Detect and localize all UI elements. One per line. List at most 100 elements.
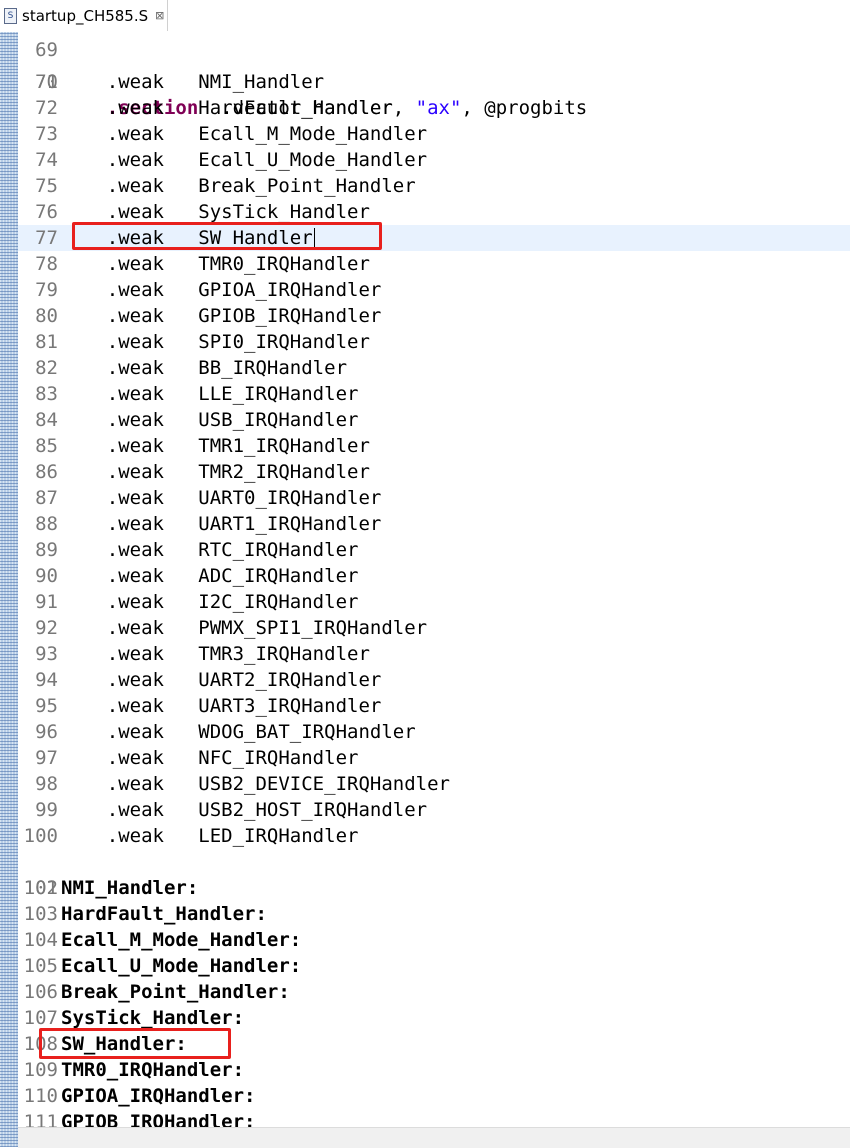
code-line: 96 .weak WDOG_BAT_IRQHandler <box>18 719 850 745</box>
symbol-name: TMR1_IRQHandler <box>198 435 370 457</box>
line-number: 106 <box>23 981 58 1003</box>
code-line: 74 .weak Ecall_U_Mode_Handler <box>18 147 850 173</box>
code-text: .weak ADC_IRQHandler <box>61 563 359 589</box>
code-line: 105 Ecall_U_Mode_Handler: <box>18 953 850 979</box>
symbol-name: USB2_DEVICE_IRQHandler <box>198 773 450 795</box>
highlight-box-sw-label <box>39 1028 231 1059</box>
symbol-name: PWMX_SPI1_IRQHandler <box>198 617 428 639</box>
code-text: .weak Ecall_U_Mode_Handler <box>61 147 427 173</box>
line-number: 97 <box>35 747 58 769</box>
symbol-name: SPI0_IRQHandler <box>198 331 370 353</box>
handler-label: NMI_Handler: <box>61 877 199 899</box>
symbol-name: Ecall_M_Mode_Handler <box>198 123 428 145</box>
close-icon[interactable]: ⊠ <box>155 9 164 22</box>
symbol-name: USB_IRQHandler <box>198 409 359 431</box>
line-number: 79 <box>35 279 58 301</box>
partial-line-69: 69 <box>18 32 850 61</box>
line-number: 92 <box>35 617 58 639</box>
highlight-box-sw-weak <box>72 222 382 250</box>
line-number: 76 <box>35 201 58 223</box>
code-line: 82 .weak BB_IRQHandler <box>18 355 850 381</box>
line-number: 80 <box>35 305 58 327</box>
code-text: .weak Break_Point_Handler <box>61 173 416 199</box>
weak-keyword: .weak <box>106 409 164 431</box>
line-number: 104 <box>23 929 58 951</box>
handler-label: GPIOA_IRQHandler: <box>61 1085 256 1107</box>
code-text: .weak USB2_HOST_IRQHandler <box>61 797 427 823</box>
symbol-name: SysTick_Handler <box>198 201 370 223</box>
code-line: 80 .weak GPIOB_IRQHandler <box>18 303 850 329</box>
weak-keyword: .weak <box>106 617 164 639</box>
symbol-name: TMR2_IRQHandler <box>198 461 370 483</box>
symbol-name: UART0_IRQHandler <box>198 487 382 509</box>
code-line: 92 .weak PWMX_SPI1_IRQHandler <box>18 615 850 641</box>
symbol-name: GPIOA_IRQHandler <box>198 279 382 301</box>
code-line: 106 Break_Point_Handler: <box>18 979 850 1005</box>
code-text: .weak UART0_IRQHandler <box>61 485 382 511</box>
code-text: .weak I2C_IRQHandler <box>61 589 359 615</box>
line-number: 85 <box>35 435 58 457</box>
handler-label: HardFault_Handler: <box>61 903 267 925</box>
code-line: 99 .weak USB2_HOST_IRQHandler <box>18 797 850 823</box>
code-line: 88 .weak UART1_IRQHandler <box>18 511 850 537</box>
weak-keyword: .weak <box>106 643 164 665</box>
handler-label: Ecall_M_Mode_Handler: <box>61 929 302 951</box>
line-number: 100 <box>23 825 58 847</box>
line-number: 72 <box>35 97 58 119</box>
line-number: 93 <box>35 643 58 665</box>
horizontal-scrollbar[interactable] <box>18 1127 850 1148</box>
code-line: 71 .weak NMI_Handler <box>18 69 850 95</box>
code-text: .weak GPIOB_IRQHandler <box>61 303 382 329</box>
weak-keyword: .weak <box>106 331 164 353</box>
code-line: 75 .weak Break_Point_Handler <box>18 173 850 199</box>
code-text: .weak WDOG_BAT_IRQHandler <box>61 719 416 745</box>
handler-label: Break_Point_Handler: <box>61 981 290 1003</box>
symbol-name: UART1_IRQHandler <box>198 513 382 535</box>
weak-keyword: .weak <box>106 825 164 847</box>
line-number: 82 <box>35 357 58 379</box>
code-editor[interactable]: 69 70 .section .vector_handler, "ax", @p… <box>18 32 850 1127</box>
weak-keyword: .weak <box>106 71 164 93</box>
line-number: 87 <box>35 487 58 509</box>
weak-keyword: .weak <box>106 721 164 743</box>
editor-tab-bar: S startup_CH585.S ⊠ <box>0 0 850 33</box>
code-text: .weak TMR2_IRQHandler <box>61 459 370 485</box>
code-line: 98 .weak USB2_DEVICE_IRQHandler <box>18 771 850 797</box>
weak-keyword: .weak <box>106 149 164 171</box>
weak-keyword: .weak <box>106 253 164 275</box>
code-line: 79 .weak GPIOA_IRQHandler <box>18 277 850 303</box>
assembly-file-icon: S <box>4 7 17 24</box>
line-number: 102 <box>23 877 58 899</box>
symbol-name: NMI_Handler <box>198 71 325 93</box>
weak-keyword: .weak <box>106 539 164 561</box>
code-line: 90 .weak ADC_IRQHandler <box>18 563 850 589</box>
code-text: .weak HardFault_Handler <box>61 95 393 121</box>
symbol-name: RTC_IRQHandler <box>198 539 359 561</box>
line-number: 81 <box>35 331 58 353</box>
code-text: .weak NFC_IRQHandler <box>61 745 359 771</box>
line-number: 98 <box>35 773 58 795</box>
code-text: .weak PWMX_SPI1_IRQHandler <box>61 615 427 641</box>
code-text: .weak RTC_IRQHandler <box>61 537 359 563</box>
weak-keyword: .weak <box>106 123 164 145</box>
symbol-name: TMR3_IRQHandler <box>198 643 370 665</box>
line-number: 111 <box>23 1111 58 1127</box>
code-text: .weak GPIOA_IRQHandler <box>61 277 382 303</box>
symbol-name: UART2_IRQHandler <box>198 669 382 691</box>
line-number: 90 <box>35 565 58 587</box>
code-line: 111 GPIOB_IRQHandler: <box>18 1109 850 1127</box>
code-text: .weak BB_IRQHandler <box>61 355 347 381</box>
weak-keyword: .weak <box>106 279 164 301</box>
code-line: 83 .weak LLE_IRQHandler <box>18 381 850 407</box>
code-line: 86 .weak TMR2_IRQHandler <box>18 459 850 485</box>
line-number: 96 <box>35 721 58 743</box>
weak-keyword: .weak <box>106 591 164 613</box>
editor-tab[interactable]: S startup_CH585.S ⊠ <box>0 0 168 31</box>
code-line: 95 .weak UART3_IRQHandler <box>18 693 850 719</box>
line-number: 95 <box>35 695 58 717</box>
symbol-name: BB_IRQHandler <box>198 357 348 379</box>
code-line: 73 .weak Ecall_M_Mode_Handler <box>18 121 850 147</box>
weak-keyword: .weak <box>106 565 164 587</box>
code-line: 93 .weak TMR3_IRQHandler <box>18 641 850 667</box>
code-text: .weak Ecall_M_Mode_Handler <box>61 121 427 147</box>
